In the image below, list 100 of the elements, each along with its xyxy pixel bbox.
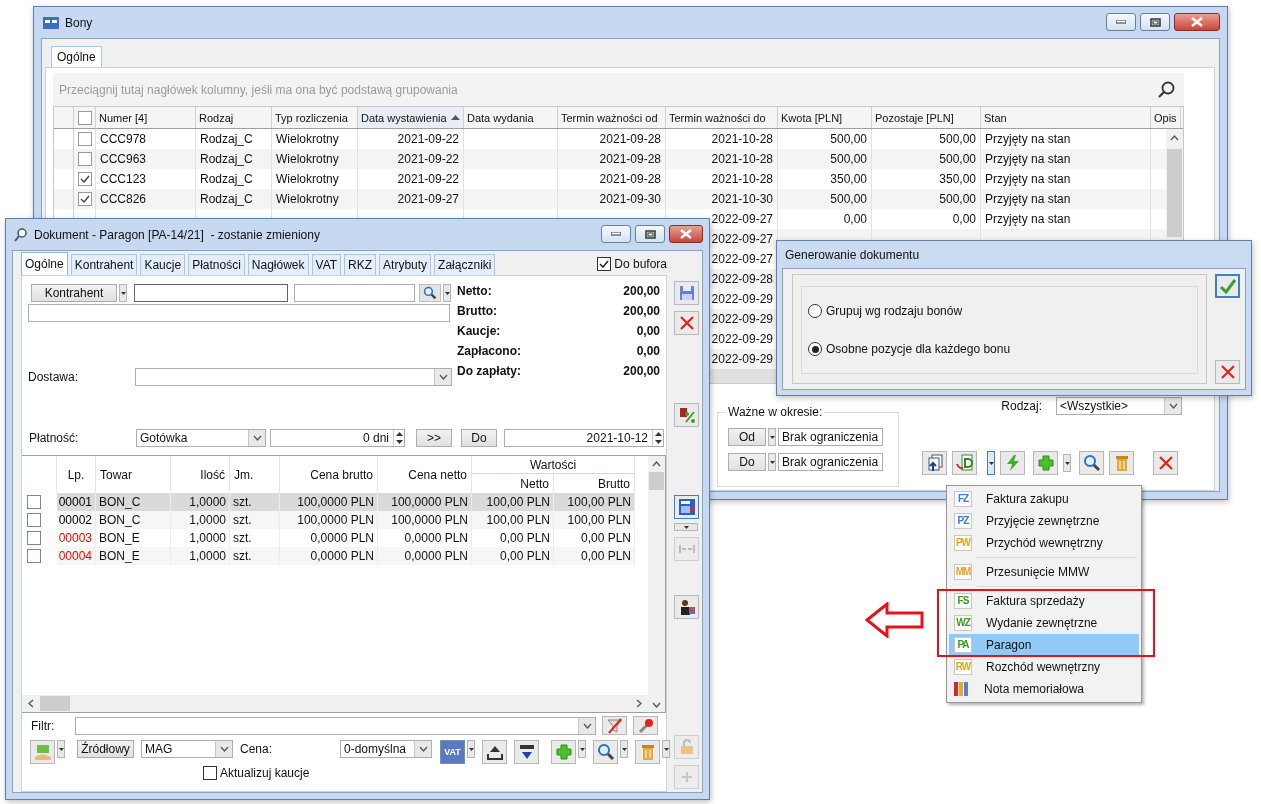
add-button[interactable] [1033,451,1058,475]
input-field[interactable] [134,284,288,302]
to-button[interactable]: Do [728,453,766,471]
dropdown-button[interactable] [620,740,628,758]
from-button[interactable]: Od [728,428,766,446]
tab[interactable]: Kontrahent [70,254,138,275]
search-button[interactable] [593,740,618,764]
checkbox[interactable] [77,152,92,166]
column-header[interactable]: Pozostaje [PLN] [872,107,981,128]
dropdown-button[interactable] [662,740,670,758]
column-header[interactable]: Opis [1151,107,1181,128]
column-header[interactable]: Netto [520,476,549,491]
date-field[interactable]: 2021-10-12 [504,429,664,447]
checkbox[interactable] [77,192,92,206]
tab[interactable]: Płatności [188,254,245,275]
confirm-button[interactable] [1215,274,1240,298]
delete-button[interactable] [1109,451,1134,475]
checkbox[interactable] [27,531,41,545]
menu-item[interactable]: PA Paragon [949,634,1139,656]
column-header[interactable]: Jm. [234,467,254,482]
tab[interactable]: Ogólne [51,46,102,67]
table-row[interactable]: 00002 BON_C 1,0000 szt. 100,0000 PLN 100,0000 PLN 100,00 PLN 100,00 PLN [57,511,635,529]
upload-button[interactable] [482,740,507,764]
tab[interactable]: VAT [311,254,342,275]
dropdown-button[interactable] [57,740,65,758]
contractor-button[interactable] [674,595,699,619]
menu-item[interactable]: MM Przesunięcie MMW [949,561,1139,583]
payment-select[interactable]: Gotówka [136,429,266,447]
do-button[interactable]: Do [461,429,497,447]
minimize-button[interactable] [1106,13,1136,31]
search-icon[interactable] [1158,80,1176,99]
dropdown-button[interactable] [768,453,776,471]
menu-item[interactable]: WZ Wydanie zewnętrzne [949,612,1139,634]
generate-button[interactable] [952,451,977,475]
menu-item[interactable]: FS Faktura sprzedaży [949,590,1139,612]
menu-item[interactable]: Nota memoriałowa [949,678,1139,700]
column-header[interactable]: Numer [4] [96,107,196,128]
dropdown-button[interactable] [119,284,127,302]
scrollbar-thumb[interactable] [40,696,70,711]
discount-button[interactable] [674,403,699,427]
minimize-button[interactable] [601,225,631,243]
column-header[interactable]: Termin ważności od [558,107,666,128]
source-button[interactable]: Źródłowy [77,740,134,758]
tab[interactable]: Kaucje [140,254,186,275]
save-button[interactable] [674,281,699,305]
rodzaj-select[interactable]: <Wszystkie> [1056,397,1182,415]
warehouse-select[interactable]: MAG [141,740,233,758]
clear-filter-button[interactable] [602,716,627,735]
filter-settings-button[interactable] [633,716,658,735]
copy-button[interactable] [922,451,947,475]
column-header[interactable]: Lp. [67,467,85,482]
checkbox[interactable] [77,110,92,125]
from-field[interactable]: Brak ograniczenia [778,428,883,446]
close-button[interactable] [1174,13,1220,31]
scrollbar-thumb[interactable] [1167,149,1182,237]
column-header[interactable]: Data wystawienia [358,107,464,128]
column-header[interactable]: Rodzaj [196,107,272,128]
tab[interactable]: Ogólne [21,252,68,275]
menu-item[interactable]: PW Przychód wewnętrzny [949,532,1139,554]
download-button[interactable] [514,740,539,764]
radio-option[interactable]: Osobne pozycje dla każdego bonu [808,342,1197,356]
tab[interactable]: Załączniki [434,254,496,275]
menu-item[interactable]: RW Rozchód wewnętrzny [949,656,1139,678]
vat-button[interactable]: VAT [440,740,465,764]
input-field[interactable] [28,304,450,322]
cancel-button[interactable] [1215,360,1240,384]
column-header[interactable]: Cena netto [408,467,467,482]
search-button[interactable] [1079,451,1104,475]
table-row[interactable]: 00001 BON_C 1,0000 szt. 100,0000 PLN 100,0000 PLN 100,00 PLN 100,00 PLN [57,493,635,511]
dropdown-button[interactable] [578,740,586,758]
tab[interactable]: RKZ [344,254,377,275]
menu-item[interactable]: FZ Faktura zakupu [949,488,1139,510]
checkbox[interactable] [597,257,612,271]
dropdown-button[interactable] [467,740,475,758]
input-field[interactable] [294,284,415,302]
calculator-button[interactable] [674,495,699,519]
checkbox[interactable] [27,495,41,509]
generate-dropdown[interactable] [987,451,995,475]
column-header[interactable]: Towar [100,467,132,482]
to-field[interactable]: Brak ograniczenia [778,453,883,471]
maximize-button[interactable] [635,225,665,243]
vertical-scrollbar[interactable] [648,456,665,712]
radio-button[interactable] [808,342,822,356]
days-field[interactable]: 0 dni [270,429,405,447]
column-header[interactable]: Brutto [598,476,630,491]
spinner[interactable] [652,430,663,446]
price-select[interactable]: 0-domyślna [340,740,432,758]
dropdown-button[interactable] [1063,454,1071,472]
horizontal-scrollbar[interactable] [22,695,648,712]
scrollbar-thumb[interactable] [649,472,664,490]
checkbox[interactable] [77,132,92,146]
checkbox[interactable] [27,549,41,563]
table-row[interactable]: 00004 BON_E 1,0000 szt. 0,0000 PLN 0,0000 PLN 0,00 PLN 0,00 PLN [57,547,635,565]
tab[interactable]: Atrybuty [379,254,432,275]
column-header[interactable]: Termin ważności do [666,107,778,128]
radio-button[interactable] [808,304,822,318]
close-button[interactable] [1153,451,1178,475]
radio-option[interactable]: Grupuj wg rodzaju bonów [808,304,1197,318]
spinner[interactable] [393,430,404,446]
dropdown-button[interactable] [674,523,698,531]
